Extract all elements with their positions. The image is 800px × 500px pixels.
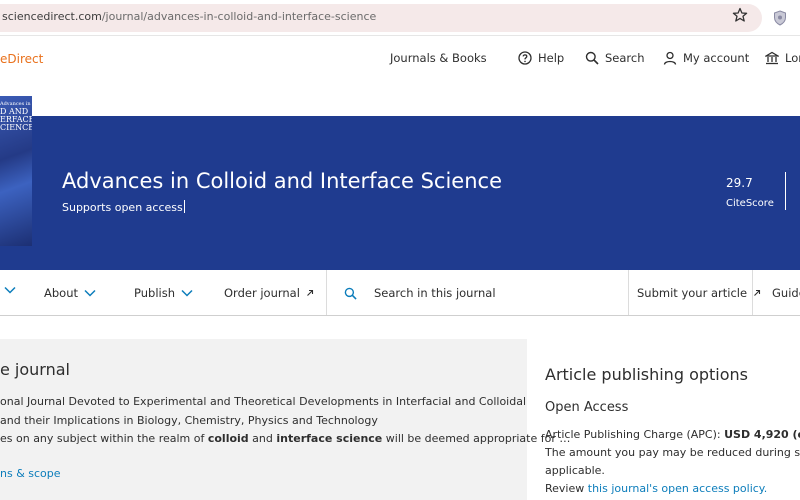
search-icon: [585, 51, 599, 65]
external-arrow-icon: [307, 289, 313, 296]
my-account-label: My account: [683, 51, 750, 65]
search-link[interactable]: Search: [585, 48, 645, 68]
publishing-options-panel: Article publishing options Open Access A…: [545, 339, 800, 500]
publishing-options-heading: Article publishing options: [545, 365, 748, 384]
chevron-down-icon: [181, 289, 193, 297]
search-label: Search: [605, 51, 645, 65]
chevron-down-icon: [84, 289, 96, 297]
text-cursor: [183, 200, 185, 213]
search-icon: [344, 287, 357, 300]
url-path: /journal/advances-in-colloid-and-interfa…: [101, 10, 377, 23]
bookmark-star-icon[interactable]: [732, 7, 748, 23]
nav-divider: [628, 270, 629, 315]
apc-note-line: applicable.: [545, 464, 605, 477]
aims-scope-link[interactable]: ns & scope: [0, 467, 61, 480]
journals-books-label: Journals & Books: [390, 51, 487, 65]
journal-cover-image[interactable]: Advances in D AND ERFACE CIENCE: [0, 96, 32, 246]
about-text-line: es on any subject within the realm of co…: [0, 432, 571, 445]
submit-article-label: Submit your article: [637, 286, 748, 300]
address-bar[interactable]: sciencedirect.com/journal/advances-in-co…: [0, 4, 762, 32]
nav-divider: [752, 270, 753, 315]
about-heading: e journal: [0, 360, 70, 379]
journal-title: Advances in Colloid and Interface Scienc…: [62, 169, 502, 193]
help-link[interactable]: Help: [518, 48, 564, 68]
citescore-label[interactable]: CiteScore: [726, 198, 774, 209]
apc-line: Article Publishing Charge (APC): USD 4,9…: [545, 428, 800, 441]
url-domain: sciencedirect.com: [2, 10, 102, 23]
extension-shield-icon[interactable]: [773, 10, 787, 26]
publish-menu[interactable]: Publish: [134, 286, 193, 300]
site-header: eDirect Journals & Books Help Search My …: [0, 37, 800, 116]
help-icon: [518, 51, 532, 65]
institution-link[interactable]: Lon: [765, 48, 800, 68]
journal-search-placeholder: Search in this journal: [374, 286, 496, 300]
citescore-value: 29.7: [726, 176, 753, 190]
journal-search-field[interactable]: Search in this journal: [344, 286, 496, 300]
apc-amount: USD 4,920 (excludi: [724, 428, 800, 441]
institution-label: Lon: [785, 51, 800, 65]
order-journal-label: Order journal: [224, 286, 300, 300]
about-text-line: and their Implications in Biology, Chemi…: [0, 414, 378, 427]
nav-divider: [326, 270, 327, 315]
order-journal-link[interactable]: Order journal: [224, 286, 314, 300]
institution-icon: [765, 51, 779, 65]
journals-books-link[interactable]: Journals & Books: [390, 48, 487, 68]
banner-divider: [785, 172, 786, 210]
submit-article-link[interactable]: Submit your article: [637, 286, 761, 300]
browser-toolbar: sciencedirect.com/journal/advances-in-co…: [0, 0, 800, 36]
my-account-link[interactable]: My account: [663, 48, 749, 68]
external-arrow-icon: [754, 289, 761, 296]
open-access-heading: Open Access: [545, 400, 629, 415]
chevron-down-icon: [4, 286, 16, 294]
about-text-line: onal Journal Devoted to Experimental and…: [0, 395, 527, 408]
about-journal-panel: e journal onal Journal Devoted to Experi…: [0, 339, 570, 500]
cover-lettering: Advances in D AND ERFACE CIENCE: [0, 101, 32, 132]
help-label: Help: [538, 51, 565, 65]
open-access-label: Supports open access: [62, 200, 185, 214]
url-text[interactable]: sciencedirect.com/journal/advances-in-co…: [2, 10, 376, 23]
open-access-policy-line: Review this journal's open access policy…: [545, 482, 768, 495]
about-label: About: [44, 286, 79, 300]
about-menu[interactable]: About: [44, 286, 96, 300]
sciencedirect-logo[interactable]: eDirect: [0, 52, 43, 66]
journal-nav: About Publish Order journal Search in th…: [0, 270, 800, 316]
user-icon: [663, 51, 677, 65]
guide-label: Guide: [772, 286, 800, 300]
open-access-policy-link[interactable]: this journal's open access policy.: [588, 482, 768, 495]
apc-note-line: The amount you pay may be reduced during…: [545, 446, 800, 459]
publish-label: Publish: [134, 286, 175, 300]
nav-dropdown-partial[interactable]: [4, 286, 16, 294]
guide-link[interactable]: Guide: [772, 286, 800, 300]
journal-banner: Advances in D AND ERFACE CIENCE Advances…: [0, 96, 800, 270]
